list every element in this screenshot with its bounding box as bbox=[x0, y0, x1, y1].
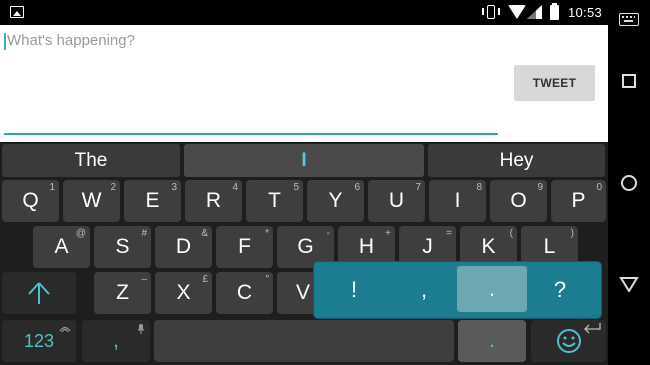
key-q[interactable]: Q1 bbox=[2, 180, 59, 222]
key-w[interactable]: W2 bbox=[63, 180, 120, 222]
mic-icon bbox=[137, 324, 145, 334]
compose-area: What's happening? TWEET bbox=[0, 25, 608, 142]
symbols-key[interactable]: 123 bbox=[2, 320, 76, 362]
wifi-icon bbox=[508, 5, 526, 19]
key-z[interactable]: Z – bbox=[94, 272, 151, 314]
key-a[interactable]: A @ bbox=[33, 226, 90, 268]
status-bar: 10:53 bbox=[0, 0, 608, 25]
smiley-icon bbox=[556, 329, 581, 353]
text-cursor bbox=[4, 33, 6, 50]
home-icon[interactable] bbox=[621, 175, 637, 191]
popup-period[interactable]: . bbox=[457, 266, 527, 312]
comma-key[interactable]: , bbox=[82, 320, 150, 362]
popup-comma[interactable]: , bbox=[394, 262, 454, 318]
input-underline bbox=[4, 133, 498, 135]
battery-icon bbox=[550, 3, 559, 20]
key-y[interactable]: Y6 bbox=[307, 180, 364, 222]
recents-icon[interactable] bbox=[622, 74, 636, 88]
shift-key[interactable] bbox=[2, 272, 76, 314]
enter-icon bbox=[584, 323, 601, 334]
popup-exclamation[interactable]: ! bbox=[324, 262, 384, 318]
status-time: 10:53 bbox=[568, 5, 603, 20]
key-r[interactable]: R4 bbox=[185, 180, 242, 222]
key-i[interactable]: I8 bbox=[429, 180, 486, 222]
key-f[interactable]: F * bbox=[216, 226, 273, 268]
back-icon[interactable] bbox=[619, 277, 639, 292]
tweet-button[interactable]: TWEET bbox=[514, 65, 595, 101]
space-bar[interactable] bbox=[154, 320, 454, 362]
key-e[interactable]: E3 bbox=[124, 180, 181, 222]
vibrate-icon bbox=[482, 5, 500, 19]
key-x[interactable]: X £ bbox=[155, 272, 212, 314]
key-o[interactable]: O9 bbox=[490, 180, 547, 222]
period-key[interactable]: . bbox=[458, 320, 526, 362]
key-p[interactable]: P0 bbox=[551, 180, 606, 222]
swype-icon bbox=[59, 326, 71, 333]
keyboard: The I Hey Q1 W2 E3 R4 T5 Y6 U7 I8 O9 P0 … bbox=[0, 142, 608, 365]
suggestion-left[interactable]: The bbox=[2, 144, 180, 177]
suggestion-middle[interactable]: I bbox=[184, 144, 424, 177]
punctuation-popup: ! , . ? bbox=[314, 262, 601, 318]
image-notification-icon bbox=[10, 6, 24, 18]
key-t[interactable]: T5 bbox=[246, 180, 303, 222]
navigation-bar bbox=[608, 0, 650, 365]
tweet-input[interactable]: What's happening? bbox=[7, 32, 135, 49]
popup-question[interactable]: ? bbox=[529, 262, 591, 318]
key-u[interactable]: U7 bbox=[368, 180, 425, 222]
keyboard-switch-icon[interactable] bbox=[619, 13, 639, 26]
emoji-key[interactable] bbox=[531, 320, 606, 362]
key-s[interactable]: S # bbox=[94, 226, 151, 268]
key-c[interactable]: C " bbox=[216, 272, 273, 314]
suggestion-right[interactable]: Hey bbox=[428, 144, 605, 177]
key-d[interactable]: D & bbox=[155, 226, 212, 268]
shift-arrow-icon bbox=[28, 282, 50, 304]
